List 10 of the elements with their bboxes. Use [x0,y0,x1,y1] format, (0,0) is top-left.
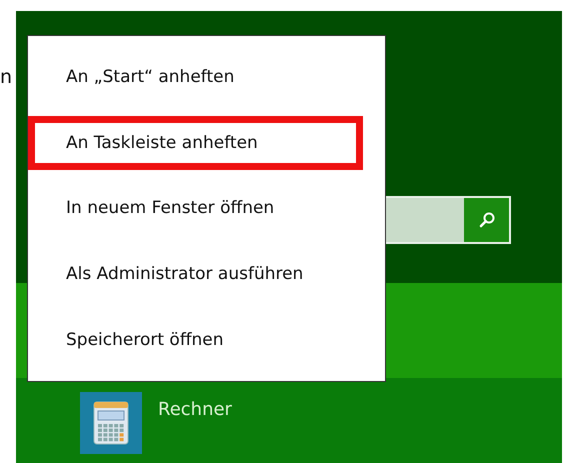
menu-item[interactable]: An „Start“ anheften [28,50,363,104]
search-icon [478,211,496,229]
calculator-icon [93,401,129,445]
app-name[interactable]: Rechner [158,399,232,420]
search-button[interactable] [464,198,509,242]
cut-off-text: n [0,66,10,88]
menu-item[interactable]: Als Administrator ausführen [28,247,363,302]
menu-item[interactable]: An Taskleiste anheften [28,116,363,170]
app-tile[interactable] [80,392,142,454]
menu-item[interactable]: In neuem Fenster öffnen [28,181,363,236]
